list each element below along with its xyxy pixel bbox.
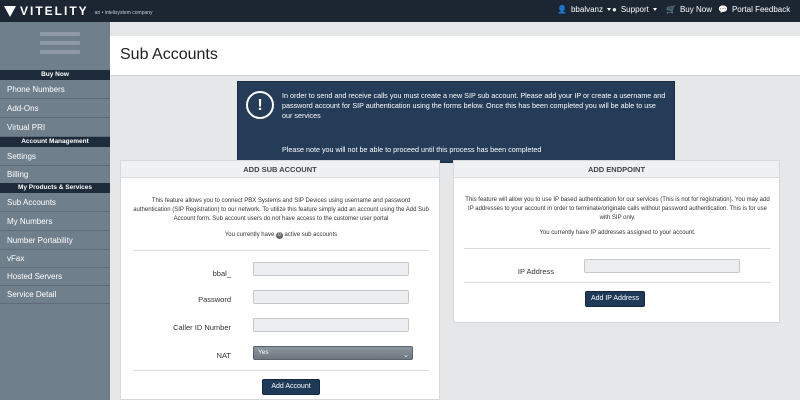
sub-account-description: This feature allows you to connect PBX S… [133, 198, 429, 222]
add-endpoint-panel: ADD ENDPOINT This feature will allow you… [453, 160, 780, 323]
count-badge: 0 [276, 232, 283, 239]
sidebar: Buy Now Phone Numbers Add-Ons Virtual PR… [0, 22, 110, 400]
sidebar-item-service-detail[interactable]: Service Detail [0, 285, 110, 304]
support-menu[interactable]: ● Support [612, 5, 657, 14]
sidebar-item-settings[interactable]: Settings [0, 147, 110, 166]
brand-subtitle: an • intelisystem company [94, 9, 153, 16]
sidebar-item-virtual-pri[interactable]: Virtual PRI [0, 118, 110, 137]
ip-count-text: You currently have IP addresses assigned… [539, 230, 696, 236]
nat-selected-value: Yes [258, 349, 269, 356]
main-content: Sub Accounts ! In order to send and rece… [110, 22, 800, 400]
sidebar-item-billing[interactable]: Billing [0, 165, 110, 184]
count-prefix: You currently have [224, 232, 275, 238]
sidebar-item-phone-numbers[interactable]: Phone Numbers [0, 80, 110, 99]
password-label: Password [198, 295, 231, 304]
setup-notice: ! In order to send and receive calls you… [237, 81, 675, 163]
username-input[interactable] [253, 262, 409, 276]
nat-label: NAT [216, 351, 231, 360]
chevron-down-icon: ⌄ [403, 352, 409, 359]
divider [133, 250, 429, 251]
brand-name: VITELITY [20, 4, 89, 18]
divider [464, 282, 771, 283]
sidebar-item-add-ons[interactable]: Add-Ons [0, 99, 110, 118]
caller-id-input[interactable] [253, 318, 409, 332]
buy-now-link[interactable]: 🛒 Buy Now [666, 5, 712, 14]
vitelity-logo-icon [4, 5, 16, 18]
add-sub-account-panel: ADD SUB ACCOUNT This feature allows you … [120, 160, 440, 400]
ip-address-input[interactable] [584, 259, 740, 273]
portal-feedback-link[interactable]: 💬 Portal Feedback [718, 5, 790, 14]
exclamation-icon: ! [246, 91, 274, 119]
divider [133, 370, 429, 371]
add-account-button[interactable]: Add Account [262, 379, 320, 395]
count-suffix: active sub accounts [284, 232, 338, 238]
chevron-down-icon [607, 8, 611, 11]
user-menu[interactable]: 👤 bbalvanz [557, 5, 611, 14]
sidebar-heading-products: My Products & Services [0, 183, 110, 193]
portal-feedback-label: Portal Feedback [731, 5, 791, 14]
buy-now-label: Buy Now [679, 5, 712, 14]
add-ip-address-button[interactable]: Add IP Address [585, 291, 645, 307]
password-input[interactable] [253, 290, 409, 304]
sub-account-count: You currently have 0 active sub accounts [133, 231, 429, 240]
ip-address-label: IP Address [517, 267, 554, 276]
sidebar-item-number-portability[interactable]: Number Portability [0, 231, 110, 250]
panel-header: ADD SUB ACCOUNT [121, 161, 439, 178]
feedback-icon: 💬 [718, 5, 728, 14]
user-icon: 👤 [557, 5, 567, 14]
user-name: bbalvanz [570, 5, 603, 14]
support-label: Support [620, 5, 649, 14]
notice-warning-text: Please note you will not be able to proc… [282, 145, 542, 154]
sidebar-item-my-numbers[interactable]: My Numbers [0, 212, 110, 231]
top-navbar: VITELITY an • intelisystem company 👤 bba… [0, 0, 800, 22]
brand-logo[interactable]: VITELITY an • intelisystem company [4, 4, 153, 18]
caller-id-label: Caller ID Number [173, 323, 231, 332]
globe-icon: ● [612, 5, 617, 14]
panel-header: ADD ENDPOINT [454, 161, 779, 178]
cart-icon: 🛒 [666, 5, 676, 14]
sidebar-heading-account-management: Account Management [0, 137, 110, 147]
username-label: bbal_ [212, 269, 231, 278]
nat-select[interactable]: Yes ⌄ [253, 346, 413, 360]
chevron-down-icon [652, 8, 657, 11]
notice-text: In order to send and receive calls you m… [282, 91, 666, 120]
menu-toggle-icon[interactable] [40, 32, 80, 59]
sidebar-item-hosted-servers[interactable]: Hosted Servers [0, 267, 110, 286]
page-title: Sub Accounts [120, 46, 218, 63]
sidebar-heading-buy-now: Buy Now [0, 70, 110, 80]
endpoint-description: This feature will allow you to use IP ba… [465, 197, 770, 221]
sidebar-item-sub-accounts[interactable]: Sub Accounts [0, 193, 110, 212]
divider [464, 248, 771, 249]
sidebar-item-vfax[interactable]: vFax [0, 249, 110, 268]
